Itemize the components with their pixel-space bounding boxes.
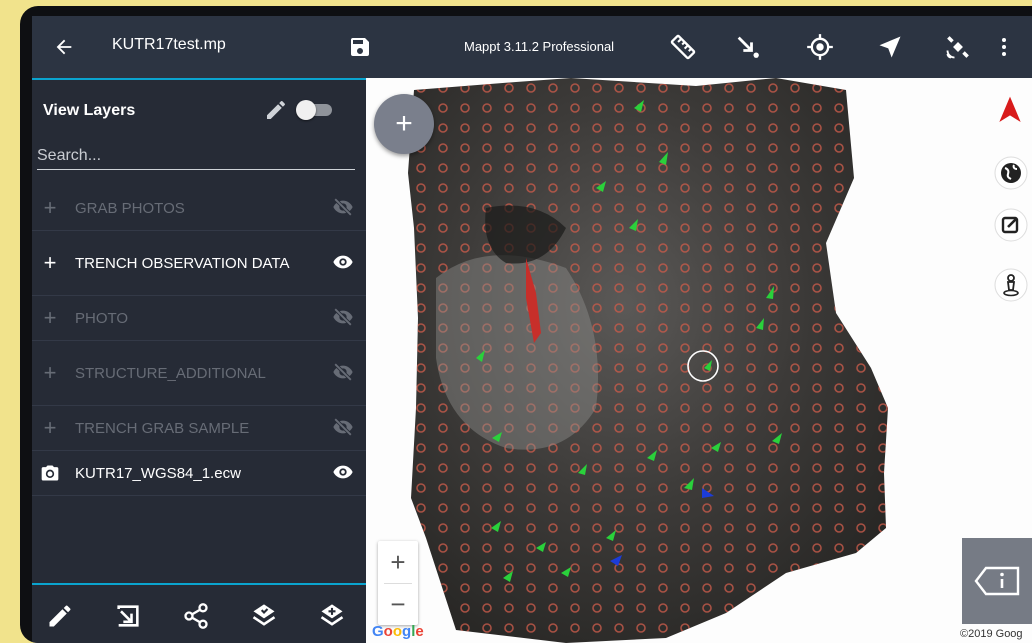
app-screen: KUTR17test.mp Mappt 3.11.2 Professional …: [32, 16, 1032, 643]
map-copyright: ©2019 Goog: [960, 628, 1023, 640]
import-icon[interactable]: [114, 602, 142, 630]
navigation-arrow-icon[interactable]: [874, 31, 906, 63]
plus-icon[interactable]: +: [40, 250, 60, 276]
top-toolbar: KUTR17test.mp Mappt 3.11.2 Professional: [32, 16, 1032, 78]
plus-icon[interactable]: +: [40, 415, 60, 441]
plus-icon[interactable]: +: [40, 195, 60, 221]
layer-name: TRENCH OBSERVATION DATA: [75, 254, 290, 272]
layer-name: PHOTO: [75, 309, 129, 327]
layer-list: + GRAB PHOTOS + TRENCH OBSERVATION DATA …: [32, 186, 366, 496]
arrow-back-icon[interactable]: [46, 29, 82, 65]
device-frame: KUTR17test.mp Mappt 3.11.2 Professional …: [20, 6, 1032, 643]
plus-icon[interactable]: +: [40, 305, 60, 331]
eye-icon[interactable]: [332, 251, 356, 275]
label-info-icon[interactable]: [962, 538, 1032, 624]
eye-off-icon[interactable]: [332, 196, 356, 220]
eye-off-icon[interactable]: [332, 306, 356, 330]
compass-north-icon[interactable]: [994, 94, 1028, 128]
ruler-icon[interactable]: [667, 31, 699, 63]
edit-mode-toggle[interactable]: [296, 100, 336, 120]
layer-row-trench-grab-sample[interactable]: + TRENCH GRAB SAMPLE: [32, 406, 366, 451]
layers-icon[interactable]: [250, 602, 278, 630]
panel-bottom-bar: [32, 583, 366, 643]
globe-icon[interactable]: [994, 156, 1028, 190]
zoom-out-button[interactable]: −: [378, 583, 418, 625]
file-name: KUTR17test.mp: [112, 36, 226, 53]
layers-add-icon[interactable]: [318, 602, 346, 630]
eye-icon[interactable]: [332, 461, 356, 485]
person-pin-icon[interactable]: [994, 268, 1028, 302]
layer-name: STRUCTURE_ADDITIONAL: [75, 364, 266, 382]
edit-box-icon[interactable]: [994, 208, 1028, 242]
more-vertical-icon[interactable]: [994, 31, 1014, 63]
satellite-icon[interactable]: [942, 31, 974, 63]
zoom-in-button[interactable]: +: [378, 541, 418, 583]
layer-row-photo[interactable]: + PHOTO: [32, 296, 366, 341]
save-icon[interactable]: [344, 31, 376, 63]
layer-name: TRENCH GRAB SAMPLE: [75, 419, 250, 437]
map-view[interactable]: + + − Google ©2019 Goog: [366, 78, 1032, 643]
layer-row-trench-observation[interactable]: + TRENCH OBSERVATION DATA: [32, 231, 366, 296]
zoom-control: + −: [378, 541, 418, 625]
panel-divider: [32, 78, 366, 80]
plus-icon[interactable]: +: [40, 360, 60, 386]
layer-name: KUTR17_WGS84_1.ecw: [75, 464, 241, 482]
google-logo: Google: [372, 623, 424, 640]
layers-panel: View Layers + GRAB PHOTOS + TRENCH OBSER…: [32, 78, 366, 643]
gps-target-icon[interactable]: [804, 31, 836, 63]
pencil-icon[interactable]: [264, 98, 288, 122]
layer-row-kutr17-ecw[interactable]: KUTR17_WGS84_1.ecw: [32, 451, 366, 496]
camera-icon[interactable]: [40, 463, 60, 489]
layer-name: GRAB PHOTOS: [75, 199, 185, 217]
eye-off-icon[interactable]: [332, 361, 356, 385]
app-version: Mappt 3.11.2 Professional: [464, 39, 615, 54]
edit-icon[interactable]: [46, 602, 74, 630]
panel-title: View Layers: [43, 102, 136, 119]
add-feature-button[interactable]: +: [374, 94, 434, 154]
eye-off-icon[interactable]: [332, 416, 356, 440]
layer-row-structure-additional[interactable]: + STRUCTURE_ADDITIONAL: [32, 341, 366, 406]
aerial-imagery: [408, 78, 888, 643]
arrow-point-icon[interactable]: [732, 31, 764, 63]
share-icon[interactable]: [182, 602, 210, 630]
search-input[interactable]: [37, 143, 355, 170]
layer-row-grab-photos[interactable]: + GRAB PHOTOS: [32, 186, 366, 231]
